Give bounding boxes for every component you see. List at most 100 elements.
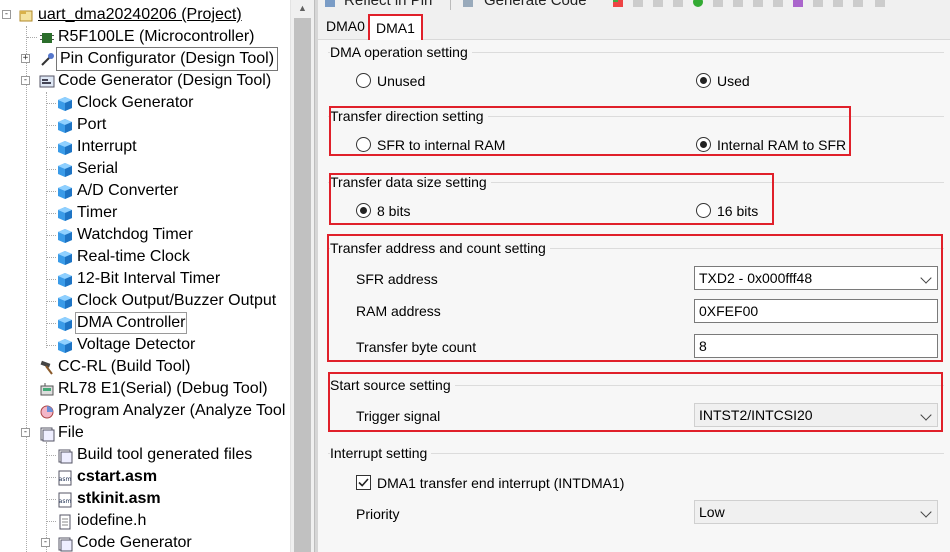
tab-content: DMA operation setting Unused Used Transf… — [318, 40, 950, 552]
toolbar-icon-5[interactable] — [692, 0, 704, 8]
sfr-address-label: SFR address — [356, 271, 438, 287]
radio-unused[interactable] — [356, 73, 371, 88]
tree-item-label: RL78 E1(Serial) (Debug Tool) — [58, 380, 268, 397]
project-tree[interactable]: - uart_dma20240206 (Project) R5F100LE (M… — [0, 0, 290, 552]
scrollbar-thumb[interactable] — [294, 18, 311, 552]
project-icon — [19, 10, 33, 22]
tree-item-label: Port — [77, 116, 107, 133]
generate-code-icon — [463, 0, 473, 7]
dma1-interrupt-checkbox[interactable] — [356, 475, 371, 490]
radio-used-label: Used — [717, 73, 750, 89]
cube-icon — [58, 163, 72, 177]
tree-item-label: Interrupt — [77, 138, 137, 155]
priority-label: Priority — [356, 506, 400, 522]
tree-item-label: Build tool generated files — [77, 446, 253, 463]
tree-item-label: iodefine.h — [77, 512, 147, 529]
tree-item-label: Real-time Clock — [77, 248, 190, 265]
collapse-icon[interactable]: - — [21, 428, 30, 437]
cube-icon — [58, 251, 72, 265]
toolbar-icon-12[interactable] — [832, 0, 844, 8]
cube-icon — [58, 97, 72, 111]
debugger-icon — [40, 383, 54, 396]
analyzer-icon — [40, 405, 54, 419]
dma-channel-tabs: DMA0 DMA1 — [318, 12, 950, 40]
radio-ram-to-sfr[interactable] — [696, 137, 711, 152]
radio-sfr-to-ram[interactable] — [356, 137, 371, 152]
radio-16-bits[interactable] — [696, 203, 711, 218]
transfer-direction-title: Transfer direction setting — [330, 108, 488, 124]
tree-item-label: cstart.asm — [77, 468, 158, 485]
ram-address-label: RAM address — [356, 303, 441, 319]
address-count-title: Transfer address and count setting — [330, 240, 550, 256]
toolbar-icon-13[interactable] — [852, 0, 864, 8]
tree-item-label: uart_dma20240206 (Project) — [38, 6, 242, 23]
tree-item-label: R5F100LE (Microcontroller) — [58, 28, 255, 45]
radio-sfr-to-ram-label: SFR to internal RAM — [377, 137, 506, 153]
toolbar: Reflect in Pin Generate Code — [318, 0, 950, 10]
tree-item-label-selected: DMA Controller — [75, 312, 188, 334]
toolbar-icon-8[interactable] — [752, 0, 764, 8]
transfer-byte-count-input[interactable]: 8 — [694, 334, 938, 358]
tree-item-label: Timer — [77, 204, 118, 221]
tree-item-label: Code Generator (Design Tool) — [58, 72, 272, 89]
radio-used[interactable] — [696, 73, 711, 88]
hammer-icon — [40, 360, 53, 375]
priority-select[interactable]: Low — [694, 500, 938, 524]
chevron-down-icon — [920, 409, 932, 421]
expand-icon[interactable]: + — [21, 54, 30, 63]
cube-icon — [58, 273, 72, 287]
trigger-signal-select[interactable]: INTST2/INTCSI20 — [694, 403, 938, 427]
collapse-icon[interactable]: - — [41, 538, 50, 547]
checkmark-icon — [358, 478, 369, 487]
transfer-size-title: Transfer data size setting — [330, 174, 491, 190]
sfr-address-value: TXD2 - 0x000fff48 — [699, 270, 813, 286]
tree-item-label: Clock Generator — [77, 94, 194, 111]
asm-file-icon: asm — [58, 492, 72, 508]
trigger-signal-label: Trigger signal — [356, 408, 441, 424]
toolbar-icon-9[interactable] — [772, 0, 784, 8]
dma-operation-title: DMA operation setting — [330, 44, 472, 60]
toolbar-separator — [450, 0, 451, 10]
tab-dma1[interactable]: DMA1 — [368, 14, 423, 40]
cube-icon — [58, 317, 72, 331]
collapse-icon[interactable]: - — [21, 76, 30, 85]
start-source-title: Start source setting — [330, 377, 455, 393]
tree-item-label: Serial — [77, 160, 118, 177]
ram-address-input[interactable]: 0XFEF00 — [694, 299, 938, 323]
tree-item-label: A/D Converter — [77, 182, 179, 199]
tree-item-label: Voltage Detector — [77, 336, 196, 353]
toolbar-icon-3[interactable] — [652, 0, 664, 8]
cube-icon — [58, 207, 72, 221]
toolbar-icon-7[interactable] — [732, 0, 744, 8]
scroll-up-arrow-icon[interactable]: ▲ — [291, 0, 314, 17]
reflect-in-pin-button[interactable]: Reflect in Pin — [344, 0, 432, 9]
tree-item-label: 12-Bit Interval Timer — [77, 270, 221, 287]
tab-dma0[interactable]: DMA0 — [320, 14, 371, 40]
cube-icon — [58, 141, 72, 155]
reflect-in-pin-icon — [325, 0, 335, 7]
folder-icon — [58, 449, 73, 464]
toolbar-icon-11[interactable] — [812, 0, 824, 8]
sfr-address-select[interactable]: TXD2 - 0x000fff48 — [694, 266, 938, 290]
cube-icon — [58, 229, 72, 243]
toolbar-icon-10[interactable] — [792, 0, 804, 8]
folder-icon — [40, 427, 55, 442]
toolbar-icon-2[interactable] — [632, 0, 644, 8]
radio-8-bits[interactable] — [356, 203, 371, 218]
collapse-icon[interactable]: - — [2, 10, 11, 19]
svg-text:asm: asm — [59, 498, 72, 505]
toolbar-icon-14[interactable] — [874, 0, 886, 8]
toolbar-icon-1[interactable] — [612, 0, 624, 8]
tree-item-label: File — [58, 424, 84, 441]
chevron-down-icon — [920, 272, 932, 284]
tree-item-label: Clock Output/Buzzer Output — [77, 292, 277, 309]
radio-unused-label: Unused — [377, 73, 426, 89]
radio-8-bits-label: 8 bits — [377, 203, 411, 219]
toolbar-icon-6[interactable] — [712, 0, 724, 8]
toolbar-icon-4[interactable] — [672, 0, 684, 8]
radio-16-bits-label: 16 bits — [717, 203, 759, 219]
priority-value: Low — [699, 504, 725, 520]
tree-item-label: Code Generator — [77, 534, 192, 551]
tree-scrollbar[interactable]: ▲ — [290, 0, 314, 552]
generate-code-button[interactable]: Generate Code — [484, 0, 587, 9]
